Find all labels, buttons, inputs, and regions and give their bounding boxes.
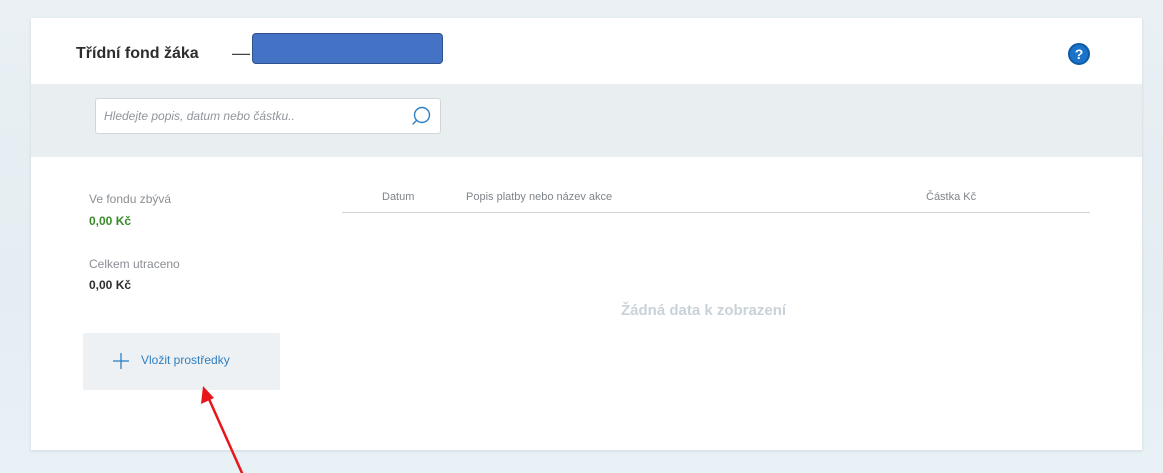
question-circle-icon[interactable]: ? [1068, 43, 1090, 65]
search-input[interactable] [104, 99, 394, 133]
column-header-amount[interactable]: Částka Kč [926, 191, 976, 203]
remaining-label: Ve fondu zbývá [89, 192, 172, 206]
spent-value: 0,00 Kč [89, 278, 132, 292]
column-header-description[interactable]: Popis platby nebo název akce [466, 191, 612, 203]
search-box[interactable] [95, 98, 441, 134]
search-icon[interactable] [410, 105, 432, 127]
add-funds-button[interactable]: Vložit prostředky [83, 333, 280, 390]
search-bar-band [31, 84, 1142, 157]
spent-label: Celkem utraceno [89, 257, 180, 271]
table-header: Datum Popis platby nebo název akce Částk… [342, 186, 1090, 213]
remaining-value: 0,00 Kč [89, 214, 132, 228]
plus-icon [113, 353, 129, 369]
add-funds-label: Vložit prostředky [141, 353, 230, 367]
student-name-redacted [252, 33, 443, 64]
card-header: Třídní fond žáka — ? [31, 18, 1142, 84]
class-fund-card: Třídní fond žáka — ? Ve fondu zbývá 0,00… [31, 18, 1142, 450]
empty-table-message: Žádná data k zobrazení [621, 302, 787, 319]
column-header-date[interactable]: Datum [382, 191, 414, 203]
page-title: Třídní fond žáka [76, 45, 199, 62]
title-separator: — [232, 43, 250, 63]
